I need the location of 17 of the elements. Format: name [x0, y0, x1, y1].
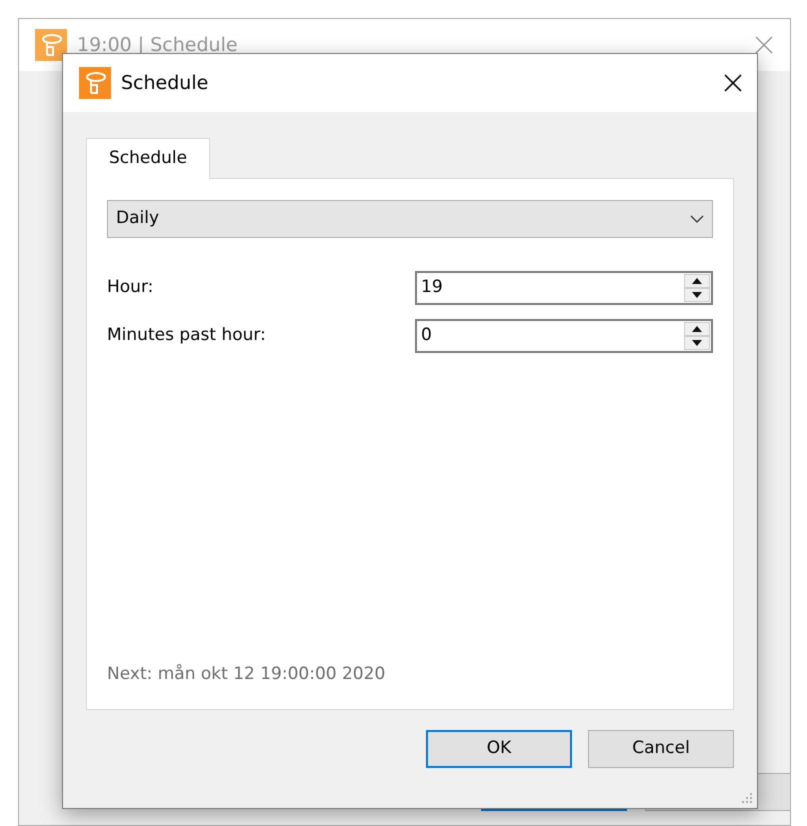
- tab[interactable]: Schedule: [86, 138, 210, 179]
- ok-button[interactable]: OK: [426, 730, 572, 768]
- next-run-text: Next: mån okt 12 19:00:00 2020: [107, 662, 386, 686]
- spinner-arrows-icon[interactable]: [684, 322, 710, 350]
- field-label: Minutes past hour:: [107, 324, 267, 348]
- spin-field[interactable]: 19: [415, 271, 713, 305]
- dropdown-value: Daily: [116, 207, 160, 230]
- cancel-button[interactable]: Cancel: [588, 730, 734, 768]
- dialog-title: Schedule: [121, 70, 208, 96]
- resize-grip-icon[interactable]: [741, 792, 753, 804]
- frequency-dropdown[interactable]: Daily: [107, 200, 713, 238]
- spin-field[interactable]: 0: [415, 319, 713, 353]
- chevron-down-icon: [690, 214, 704, 224]
- spinner-arrows-icon[interactable]: [684, 274, 710, 302]
- app-icon: [79, 67, 111, 99]
- field-label: Hour:: [107, 276, 154, 300]
- close-icon[interactable]: [723, 73, 743, 93]
